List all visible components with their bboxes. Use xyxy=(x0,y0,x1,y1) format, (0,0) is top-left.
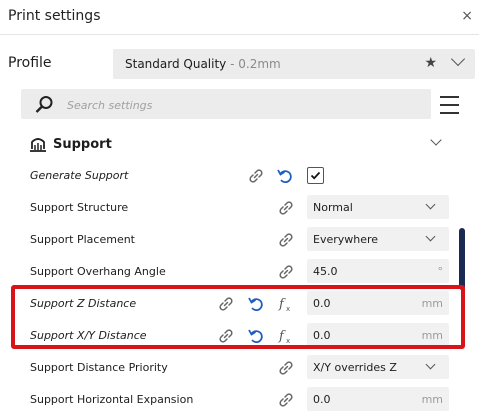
unit-label: mm xyxy=(421,393,443,406)
profile-label: Profile xyxy=(8,55,52,71)
support-icon xyxy=(30,138,46,152)
setting-row-support-overhang-angle: Support Overhang Angle 45.0 ° xyxy=(0,256,479,288)
search-settings-field[interactable]: Search settings xyxy=(21,89,431,119)
setting-label: Support Structure xyxy=(30,201,129,214)
chevron-down-icon xyxy=(425,359,436,370)
setting-label: Support Placement xyxy=(30,233,135,246)
search-input[interactable]: Search settings xyxy=(67,99,152,112)
support-distance-priority-dropdown[interactable]: X/Y overrides Z xyxy=(307,355,449,379)
generate-support-checkbox[interactable] xyxy=(307,167,324,184)
settings-menu-icon[interactable] xyxy=(440,96,459,114)
dropdown-value: Everywhere xyxy=(313,233,379,246)
link-icon[interactable] xyxy=(277,263,295,281)
support-overhang-angle-input[interactable]: 45.0 ° xyxy=(307,259,449,283)
link-icon[interactable] xyxy=(277,199,295,217)
close-icon[interactable]: × xyxy=(461,8,473,24)
input-value[interactable]: 0.0 xyxy=(313,393,331,406)
setting-label: Generate Support xyxy=(30,169,129,182)
support-placement-dropdown[interactable]: Everywhere xyxy=(307,227,449,251)
settings-scrollbar[interactable] xyxy=(459,228,465,290)
link-icon[interactable] xyxy=(277,359,295,377)
chevron-down-icon xyxy=(425,231,436,242)
support-horizontal-expansion-input[interactable]: 0.0 mm xyxy=(307,387,449,411)
profile-name: Standard Quality xyxy=(125,57,227,71)
chevron-down-icon[interactable] xyxy=(450,51,466,67)
search-icon xyxy=(35,96,53,113)
profile-name-text: Standard Quality - 0.2mm xyxy=(125,57,281,71)
dropdown-value: X/Y overrides Z xyxy=(313,361,397,374)
link-icon[interactable] xyxy=(247,167,265,185)
link-icon[interactable] xyxy=(277,391,295,409)
reset-icon[interactable] xyxy=(276,167,294,185)
window-title: Print settings xyxy=(8,8,101,24)
highlight-box xyxy=(11,285,465,349)
input-value[interactable]: 45.0 xyxy=(313,265,338,278)
setting-row-support-placement: Support Placement Everywhere xyxy=(0,224,479,256)
setting-row-support-distance-priority: Support Distance Priority X/Y overrides … xyxy=(0,352,479,384)
category-support-label[interactable]: Support xyxy=(53,137,112,152)
star-icon[interactable]: ★ xyxy=(424,55,437,71)
setting-label: Support Overhang Angle xyxy=(30,265,166,278)
setting-row-support-structure: Support Structure Normal xyxy=(0,192,479,224)
unit-label: ° xyxy=(437,265,444,278)
setting-row-support-horizontal-expansion: Support Horizontal Expansion 0.0 mm xyxy=(0,384,479,416)
dropdown-value: Normal xyxy=(313,201,353,214)
setting-label: Support Horizontal Expansion xyxy=(30,393,194,406)
chevron-down-icon xyxy=(425,199,436,210)
link-icon[interactable] xyxy=(277,231,295,249)
chevron-down-icon[interactable] xyxy=(430,134,442,146)
support-structure-dropdown[interactable]: Normal xyxy=(307,195,449,219)
profile-selector[interactable]: Standard Quality - 0.2mm ★ xyxy=(113,49,475,79)
profile-separator: - xyxy=(226,57,239,71)
setting-label: Support Distance Priority xyxy=(30,361,168,374)
window-titlebar: Print settings × xyxy=(0,0,479,35)
profile-layer-height: 0.2mm xyxy=(238,57,281,71)
setting-row-generate-support: Generate Support xyxy=(0,160,479,192)
